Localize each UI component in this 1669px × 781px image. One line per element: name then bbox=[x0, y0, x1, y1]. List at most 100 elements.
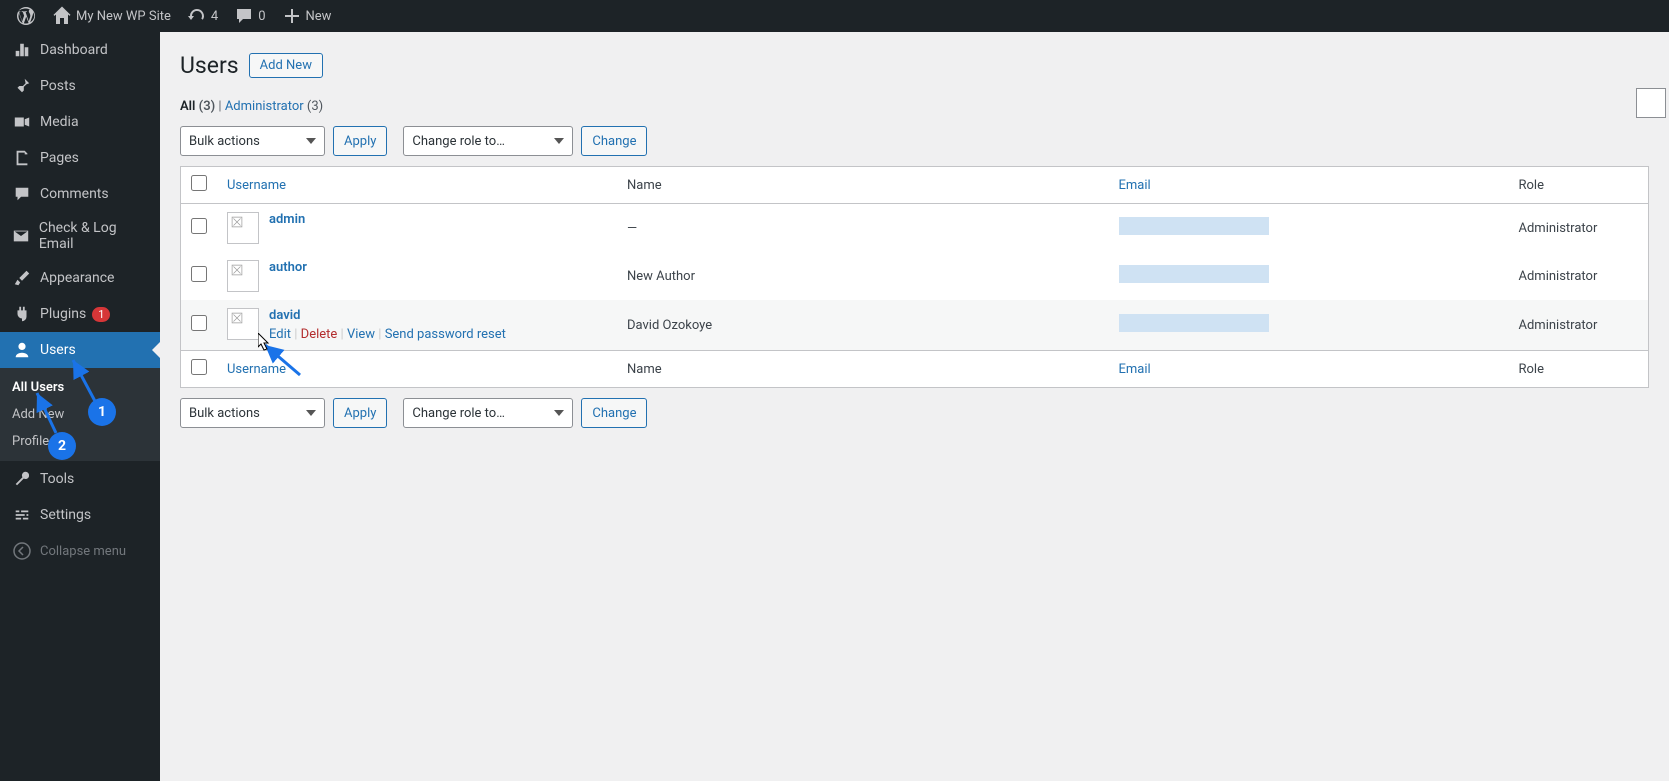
site-home-link[interactable]: My New WP Site bbox=[44, 0, 179, 32]
row-actions: Edit | Delete | View | Send password res… bbox=[269, 327, 506, 342]
reset-password-link[interactable]: Send password reset bbox=[385, 327, 506, 342]
dashboard-icon bbox=[12, 40, 32, 60]
select-all-checkbox-footer[interactable] bbox=[191, 359, 207, 375]
tablenav-bottom: Bulk actions Apply Change role to… Chang… bbox=[180, 398, 1649, 428]
brush-icon bbox=[12, 268, 32, 288]
admin-topbar: My New WP Site 4 0 New bbox=[0, 0, 1669, 32]
change-button[interactable]: Change bbox=[581, 126, 647, 156]
users-submenu: All Users Add New Profile bbox=[0, 368, 160, 461]
tablenav-top: Bulk actions Apply Change role to… Chang… bbox=[180, 126, 1649, 156]
col-head-role: Role bbox=[1509, 167, 1649, 204]
sidebar-item-users[interactable]: Users bbox=[0, 332, 160, 368]
screen-options-partial[interactable] bbox=[1636, 88, 1666, 118]
email-redacted bbox=[1119, 265, 1269, 283]
sidebar-item-label: Plugins bbox=[40, 306, 86, 322]
change-role-select-bottom[interactable]: Change role to… bbox=[403, 398, 573, 428]
sidebar-item-appearance[interactable]: Appearance bbox=[0, 260, 160, 296]
filter-all[interactable]: All (3) bbox=[180, 99, 215, 114]
add-new-button[interactable]: Add New bbox=[249, 53, 323, 78]
user-icon bbox=[12, 340, 32, 360]
bulk-actions-select-bottom[interactable]: Bulk actions bbox=[180, 398, 325, 428]
pin-icon bbox=[12, 76, 32, 96]
role-cell: Administrator bbox=[1509, 300, 1649, 351]
sliders-icon bbox=[12, 505, 32, 525]
sidebar-item-label: Appearance bbox=[40, 270, 114, 286]
avatar bbox=[227, 260, 259, 292]
apply-button[interactable]: Apply bbox=[333, 126, 387, 156]
sidebar-item-label: Posts bbox=[40, 78, 76, 94]
plugins-update-badge: 1 bbox=[92, 307, 110, 322]
media-icon bbox=[12, 112, 32, 132]
sidebar-item-label: Users bbox=[40, 342, 76, 358]
users-table: Username Name Email Role admin — bbox=[180, 166, 1649, 388]
wp-logo[interactable] bbox=[8, 0, 44, 32]
change-role-select[interactable]: Change role to… bbox=[403, 126, 573, 156]
sidebar-item-label: Pages bbox=[40, 150, 79, 166]
col-head-username[interactable]: Username bbox=[227, 178, 286, 193]
email-redacted bbox=[1119, 314, 1269, 332]
col-head-name: Name bbox=[617, 167, 1109, 204]
sidebar-item-check-log-email[interactable]: Check & Log Email bbox=[0, 212, 160, 260]
sidebar-item-label: Tools bbox=[40, 471, 74, 487]
collapse-menu[interactable]: Collapse menu bbox=[0, 533, 160, 569]
col-foot-name: Name bbox=[617, 351, 1109, 388]
name-cell: New Author bbox=[617, 252, 1109, 300]
username-link[interactable]: admin bbox=[269, 212, 305, 227]
select-all-checkbox[interactable] bbox=[191, 175, 207, 191]
email-redacted bbox=[1119, 217, 1269, 235]
submenu-profile[interactable]: Profile bbox=[0, 428, 160, 455]
sidebar-item-comments[interactable]: Comments bbox=[0, 176, 160, 212]
role-cell: Administrator bbox=[1509, 252, 1649, 300]
new-label: New bbox=[306, 9, 332, 24]
sidebar-item-label: Dashboard bbox=[40, 42, 108, 58]
sidebar-item-pages[interactable]: Pages bbox=[0, 140, 160, 176]
submenu-add-new[interactable]: Add New bbox=[0, 401, 160, 428]
name-cell: David Ozokoye bbox=[617, 300, 1109, 351]
sidebar-item-label: Settings bbox=[40, 507, 91, 523]
table-row: admin — Administrator bbox=[181, 204, 1649, 253]
wrench-icon bbox=[12, 469, 32, 489]
site-name: My New WP Site bbox=[76, 9, 171, 24]
pages-icon bbox=[12, 148, 32, 168]
table-row: author New Author Administrator bbox=[181, 252, 1649, 300]
page-title: Users bbox=[180, 52, 239, 79]
updates-count: 4 bbox=[211, 9, 218, 24]
view-link[interactable]: View bbox=[347, 327, 375, 342]
name-cell: — bbox=[617, 204, 1109, 253]
col-foot-username[interactable]: Username bbox=[227, 362, 286, 377]
submenu-all-users[interactable]: All Users bbox=[0, 374, 160, 401]
col-foot-email[interactable]: Email bbox=[1119, 362, 1151, 377]
row-checkbox[interactable] bbox=[191, 315, 207, 331]
row-checkbox[interactable] bbox=[191, 266, 207, 282]
new-content-link[interactable]: New bbox=[274, 0, 340, 32]
apply-button-bottom[interactable]: Apply bbox=[333, 398, 387, 428]
row-checkbox[interactable] bbox=[191, 218, 207, 234]
comments-link[interactable]: 0 bbox=[226, 0, 273, 32]
sidebar-item-label: Comments bbox=[40, 186, 109, 202]
collapse-icon bbox=[12, 541, 32, 561]
sidebar-item-settings[interactable]: Settings bbox=[0, 497, 160, 533]
plug-icon bbox=[12, 304, 32, 324]
delete-link[interactable]: Delete bbox=[301, 327, 338, 342]
filter-administrator[interactable]: Administrator (3) bbox=[225, 99, 323, 114]
sidebar-item-label: Media bbox=[40, 114, 79, 130]
filter-links: All (3) | Administrator (3) bbox=[180, 99, 1649, 114]
sidebar-item-label: Check & Log Email bbox=[39, 220, 148, 252]
admin-sidebar: Dashboard Posts Media Pages Comments Che… bbox=[0, 32, 160, 781]
comments-count: 0 bbox=[258, 9, 265, 24]
comments-icon bbox=[12, 184, 32, 204]
username-link[interactable]: author bbox=[269, 260, 307, 275]
sidebar-item-plugins[interactable]: Plugins 1 bbox=[0, 296, 160, 332]
sidebar-item-posts[interactable]: Posts bbox=[0, 68, 160, 104]
sidebar-item-dashboard[interactable]: Dashboard bbox=[0, 32, 160, 68]
username-link[interactable]: david bbox=[269, 308, 300, 323]
col-head-email[interactable]: Email bbox=[1119, 178, 1151, 193]
bulk-actions-select[interactable]: Bulk actions bbox=[180, 126, 325, 156]
sidebar-item-media[interactable]: Media bbox=[0, 104, 160, 140]
sidebar-item-tools[interactable]: Tools bbox=[0, 461, 160, 497]
mail-icon bbox=[12, 226, 31, 246]
avatar bbox=[227, 308, 259, 340]
updates-link[interactable]: 4 bbox=[179, 0, 226, 32]
change-button-bottom[interactable]: Change bbox=[581, 398, 647, 428]
table-row: david Edit | Delete | View | Send passwo… bbox=[181, 300, 1649, 351]
